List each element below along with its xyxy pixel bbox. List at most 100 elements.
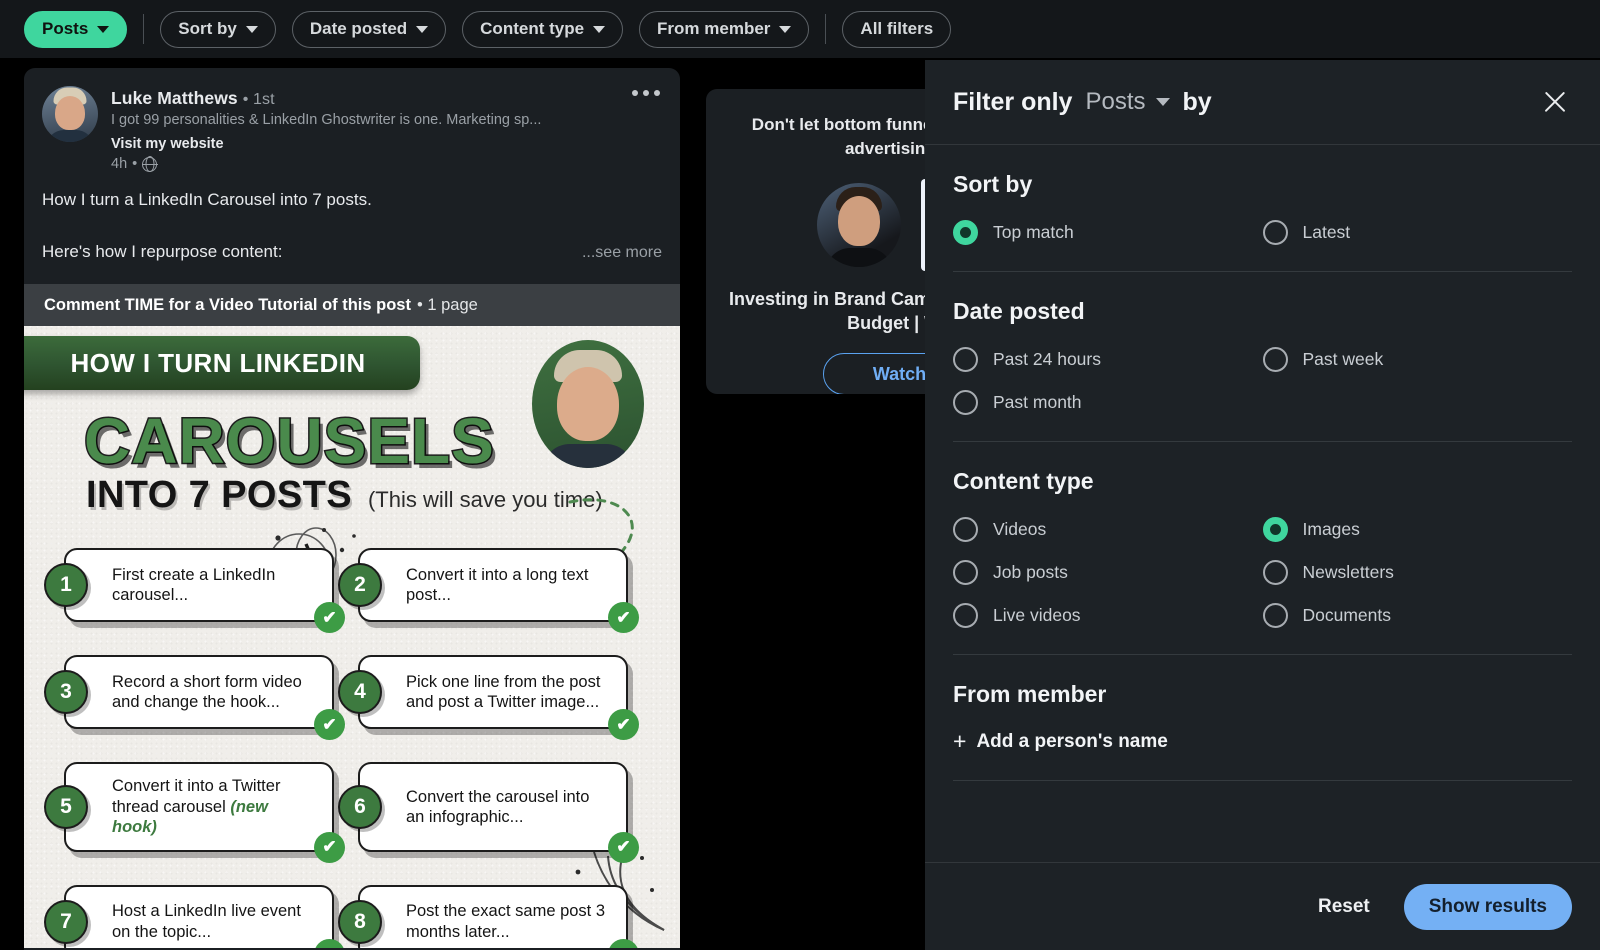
author-cta-link[interactable]: Visit my website — [111, 136, 662, 152]
filter-panel-body: Sort by Top match Latest Date posted Pas… — [925, 145, 1600, 862]
add-person-button[interactable]: + Add a person's name — [953, 730, 1168, 753]
section-title-from-member: From member — [953, 681, 1107, 707]
step-number: 4 — [338, 670, 382, 715]
step-text: First create a LinkedIn carousel... — [112, 565, 276, 605]
filter-pill-date-posted-label: Date posted — [309, 19, 408, 38]
filter-pill-date-posted[interactable]: Date posted — [291, 10, 447, 48]
chevron-down-icon — [593, 25, 606, 33]
radio-label: Videos — [993, 519, 1047, 539]
section-title-sort-by: Sort by — [953, 171, 1033, 197]
filter-pill-posts[interactable]: Posts — [24, 10, 128, 48]
radio-icon — [953, 517, 978, 542]
carousel-subline: INTO 7 POSTS (This will save you time) — [86, 474, 603, 517]
step-text: Post the exact same post 3 months later.… — [406, 902, 606, 941]
chevron-down-icon — [416, 25, 429, 33]
author-name: Luke Matthews — [111, 88, 238, 108]
chevron-down-icon — [1155, 98, 1170, 106]
overflow-menu-icon[interactable] — [632, 90, 660, 96]
step-number: 1 — [44, 563, 88, 608]
step-number: 5 — [44, 784, 88, 829]
globe-icon — [141, 156, 158, 172]
filter-panel-type-dropdown[interactable]: Posts — [1085, 88, 1170, 116]
radio-option-latest[interactable]: Latest — [1262, 220, 1573, 245]
bullet-separator: • — [132, 156, 138, 172]
radio-icon — [1262, 347, 1288, 372]
carousel-step-card: 5 Convert it into a Twitter thread carou… — [44, 762, 345, 863]
radio-option-past-week[interactable]: Past week — [1262, 347, 1573, 372]
filter-panel-title-prefix: Filter only — [953, 87, 1073, 116]
carousel-banner-text: HOW I TURN LINKEDIN — [70, 347, 366, 378]
carousel-card-row: 1 First create a LinkedIn carousel... ✔ … — [44, 548, 644, 634]
radio-icon — [953, 390, 978, 415]
radio-option-top-match[interactable]: Top match — [953, 220, 1263, 245]
section-title-date-posted: Date posted — [953, 298, 1085, 324]
filter-panel: Filter only Posts by Sort by Top match L… — [925, 60, 1600, 950]
search-filter-toolbar: Posts Sort by Date posted Content type F… — [0, 0, 1600, 58]
toolbar-divider — [143, 14, 145, 44]
check-icon: ✔ — [608, 831, 639, 863]
date-posted-options: Past 24 hours Past week Past month — [953, 347, 1572, 415]
chevron-down-icon — [779, 25, 792, 33]
radio-option-past-24-hours[interactable]: Past 24 hours — [953, 347, 1263, 372]
radio-icon — [953, 220, 978, 245]
check-icon: ✔ — [608, 938, 639, 949]
carousel-subline-strong: INTO 7 POSTS — [86, 474, 352, 517]
post-card: Luke Matthews • 1st I got 99 personaliti… — [24, 68, 680, 950]
author-name-row[interactable]: Luke Matthews • 1st — [111, 88, 662, 109]
step-text: Pick one line from the post and post a T… — [406, 672, 601, 712]
check-icon: ✔ — [314, 831, 345, 863]
see-more-link[interactable]: ...see more — [570, 244, 662, 262]
post-body: How I turn a LinkedIn Carousel into 7 po… — [24, 172, 680, 264]
carousel-headline-word: CAROUSELS — [83, 404, 496, 479]
post-text-row-2: Here's how I repurpose content: ...see m… — [42, 240, 662, 265]
filter-panel-title-suffix: by — [1182, 87, 1212, 116]
post-text-line-1: How I turn a LinkedIn Carousel into 7 po… — [42, 190, 372, 209]
close-icon[interactable] — [1538, 85, 1572, 119]
author-avatar[interactable] — [42, 86, 98, 142]
radio-label: Past 24 hours — [993, 349, 1101, 369]
step-text: Convert it into a Twitter thread carouse… — [112, 777, 281, 837]
section-divider — [953, 780, 1572, 781]
radio-option-documents[interactable]: Documents — [1262, 603, 1573, 628]
filter-panel-type-label: Posts — [1085, 88, 1146, 115]
show-results-button[interactable]: Show results — [1403, 883, 1572, 930]
section-title-content-type: Content type — [953, 468, 1094, 494]
carousel-step-card: 4 Pick one line from the post and post a… — [338, 655, 639, 741]
filter-panel-header: Filter only Posts by — [925, 60, 1600, 145]
check-icon: ✔ — [314, 602, 345, 634]
radio-icon — [1262, 220, 1288, 245]
filter-pill-sort-by[interactable]: Sort by — [160, 10, 276, 48]
post-timestamp-row: 4h • — [111, 156, 662, 172]
all-filters-button[interactable]: All filters — [842, 10, 952, 48]
carousel-step-card: 7 Host a LinkedIn live event on the topi… — [44, 884, 345, 949]
filter-pill-content-type[interactable]: Content type — [462, 10, 624, 48]
radio-option-job-posts[interactable]: Job posts — [953, 560, 1263, 585]
step-number: 3 — [44, 670, 88, 715]
check-icon: ✔ — [608, 602, 639, 634]
radio-label: Newsletters — [1302, 562, 1394, 582]
radio-label: Live videos — [993, 605, 1081, 625]
document-title-bar[interactable]: Comment TIME for a Video Tutorial of thi… — [24, 284, 680, 327]
check-icon: ✔ — [314, 938, 345, 949]
post-header: Luke Matthews • 1st I got 99 personaliti… — [24, 68, 680, 172]
carousel-step-card: 3 Record a short form video and change t… — [44, 655, 345, 741]
radio-option-past-month[interactable]: Past month — [953, 390, 1263, 415]
radio-option-videos[interactable]: Videos — [953, 517, 1263, 542]
content-type-options: Videos Images Job posts Newsletters Live… — [953, 517, 1572, 628]
plus-icon: + — [953, 728, 967, 754]
filter-pill-from-member-label: From member — [657, 19, 771, 38]
carousel-slide-image[interactable]: HOW I TURN LINKEDIN CAROUSELS INTO 7 POS… — [24, 326, 680, 949]
radio-label: Past month — [993, 392, 1082, 412]
filter-pill-from-member[interactable]: From member — [639, 10, 810, 48]
chevron-down-icon — [245, 25, 258, 33]
reset-button[interactable]: Reset — [1308, 888, 1380, 926]
radio-option-newsletters[interactable]: Newsletters — [1262, 560, 1573, 585]
app-root: Posts Sort by Date posted Content type F… — [0, 0, 1600, 950]
radio-label: Job posts — [993, 562, 1068, 582]
radio-icon — [1262, 603, 1288, 628]
filter-pill-posts-label: Posts — [42, 19, 89, 38]
radio-option-images[interactable]: Images — [1262, 517, 1573, 542]
section-divider — [953, 271, 1572, 272]
add-person-label: Add a person's name — [976, 730, 1168, 752]
radio-option-live-videos[interactable]: Live videos — [953, 603, 1263, 628]
